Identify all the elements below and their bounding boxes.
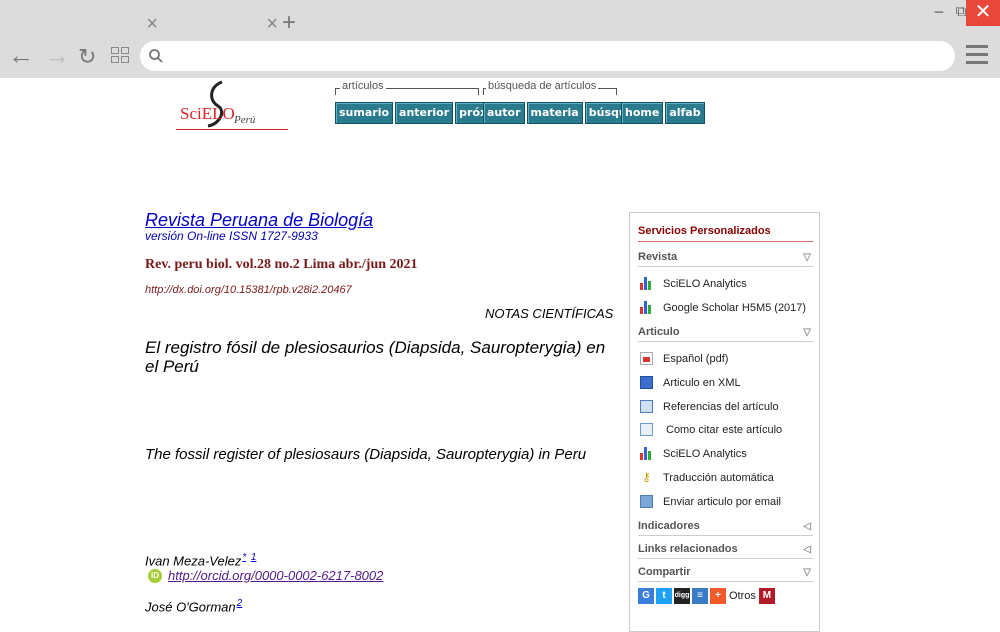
back-button[interactable]: ← <box>8 41 34 69</box>
doi-text: http://dx.doi.org/10.15381/rpb.v28i2.204… <box>145 284 352 296</box>
xml-icon <box>640 376 653 389</box>
key-icon: ⚷ <box>642 470 651 484</box>
section-revista[interactable]: Revista ▽ <box>638 251 813 267</box>
orcid-link-row: iD http://orcid.org/0000-0002-6217-8002 <box>148 568 383 583</box>
sidebar-item-label: Enviar articulo por email <box>663 495 781 508</box>
browser-tab[interactable]: × <box>160 12 280 38</box>
sidebar-item-references[interactable]: Referencias del artículo <box>640 400 779 413</box>
email-icon <box>640 495 653 508</box>
chevron-down-icon: ▽ <box>803 252 811 263</box>
otros-link[interactable]: Otros <box>729 590 756 602</box>
sidebar-item-cite[interactable]: Como citar este artículo <box>640 423 782 436</box>
materia-button[interactable]: materia <box>526 102 583 124</box>
sidebar-title-underline <box>638 241 813 242</box>
busqueda-title: búsqueda de artículos <box>486 80 599 92</box>
sidebar-title: Servicios Personalizados <box>638 225 771 237</box>
issn-text: versión On-line ISSN 1727-9933 <box>145 229 318 243</box>
chevron-left-icon: ◁ <box>803 521 811 532</box>
pdf-icon <box>640 352 653 365</box>
mendeley-icon[interactable]: M <box>758 588 775 604</box>
chevron-down-icon: ▽ <box>803 567 811 578</box>
address-bar[interactable] <box>140 41 955 71</box>
close-window-button[interactable]: ✕ <box>966 0 1000 26</box>
autor-button[interactable]: autor <box>483 102 525 124</box>
author-1-name: Ivan Meza-Velez <box>145 553 242 569</box>
analytics-icon <box>640 301 653 314</box>
digg-icon[interactable]: digg <box>674 588 690 604</box>
sumario-button[interactable]: sumario <box>335 102 394 124</box>
browser-chrome: × × + − ⧉ ✕ ← → ↻ <box>0 0 1000 78</box>
section-links-label: Links relacionados <box>638 543 738 555</box>
citation-text: Rev. peru biol. vol.28 no.2 Lima abr./ju… <box>145 257 418 272</box>
forward-button[interactable]: → <box>44 41 70 69</box>
journal-title-link[interactable]: Revista Peruana de Biología <box>145 210 373 231</box>
author-2-name: José O'Gorman <box>145 599 236 615</box>
sidebar-item-translation[interactable]: ⚷ Traducción automática <box>640 471 774 484</box>
author-1-footnote-1[interactable]: 1 <box>251 552 257 563</box>
section-indicadores-label: Indicadores <box>638 520 700 532</box>
search-icon <box>149 49 163 63</box>
sidebar-item-label: Google Scholar H5M5 (2017) <box>663 301 807 314</box>
sidebar-item-label: SciELO Analytics <box>663 277 747 290</box>
articulos-title: artículos <box>340 80 386 92</box>
section-articulo[interactable]: Articulo ▽ <box>638 326 813 342</box>
orcid-link[interactable]: http://orcid.org/0000-0002-6217-8002 <box>168 568 383 583</box>
section-revista-label: Revista <box>638 251 678 263</box>
sidebar-item-email[interactable]: Enviar articulo por email <box>640 495 781 508</box>
analytics-icon <box>640 277 653 290</box>
close-tab-icon[interactable]: × <box>266 13 278 35</box>
cite-icon <box>640 423 653 436</box>
author-2-footnote[interactable]: 2 <box>237 598 243 609</box>
list-icon[interactable]: ≡ <box>692 588 708 604</box>
reload-button[interactable]: ↻ <box>78 43 96 71</box>
sidebar-item-label: SciELO Analytics <box>663 447 747 460</box>
chevron-left-icon: ◁ <box>803 544 811 555</box>
chevron-down-icon: ▽ <box>803 327 811 338</box>
author-1: Ivan Meza-Velez* 1 <box>145 552 256 568</box>
references-icon <box>640 400 653 413</box>
sidebar-item-article-analytics[interactable]: SciELO Analytics <box>640 447 747 460</box>
sidebar-item-scielo-analytics[interactable]: SciELO Analytics <box>640 277 747 290</box>
section-links-relacionados[interactable]: Links relacionados ◁ <box>638 543 813 559</box>
scielo-logo[interactable]: SciELO Perú <box>176 80 292 132</box>
sidebar-item-xml[interactable]: Articulo en XML <box>640 376 741 389</box>
google-icon[interactable]: G <box>638 588 654 604</box>
close-tab-icon[interactable]: × <box>146 13 158 35</box>
twitter-icon[interactable]: t <box>656 588 672 604</box>
section-compartir[interactable]: Compartir ▽ <box>638 566 813 582</box>
article-title-spanish: El registro fósil de plesiosaurios (Diap… <box>145 338 606 376</box>
author-2: José O'Gorman2 <box>145 598 242 614</box>
sidebar-item-label: Traducción automática <box>663 471 774 484</box>
section-articulo-label: Articulo <box>638 326 680 338</box>
sidebar-item-label: Como citar este artículo <box>666 423 783 436</box>
sidebar-item-label: Español (pdf) <box>663 352 729 365</box>
share-icons: G t digg ≡ + Otros M <box>638 588 775 604</box>
sidebar-item-label: Articulo en XML <box>663 376 741 389</box>
services-sidebar: Servicios Personalizados Revista ▽ SciEL… <box>629 212 820 632</box>
author-1-footnote-star[interactable]: * <box>242 552 246 563</box>
new-tab-button[interactable]: + <box>282 10 296 36</box>
section-indicadores[interactable]: Indicadores ◁ <box>638 520 813 536</box>
sidebar-item-label: Referencias del artículo <box>663 400 779 413</box>
alfab-button[interactable]: alfab <box>665 102 705 124</box>
sidebar-item-google-scholar[interactable]: Google Scholar H5M5 (2017) <box>640 301 806 314</box>
sidebar-item-pdf[interactable]: Español (pdf) <box>640 352 728 365</box>
browser-toolbar: ← → ↻ <box>0 38 1000 74</box>
logo-country: Perú <box>234 114 256 126</box>
section-label: NOTAS CIENTÍFICAS <box>485 306 614 321</box>
logo-underline <box>176 129 288 130</box>
browser-tab[interactable]: × <box>40 12 160 38</box>
analytics-icon <box>640 447 653 460</box>
section-compartir-label: Compartir <box>638 566 691 578</box>
apps-grid-icon[interactable] <box>111 47 131 65</box>
logo-text: SciELO <box>180 104 235 123</box>
anterior-button[interactable]: anterior <box>395 102 454 124</box>
menu-icon[interactable] <box>966 45 988 65</box>
addthis-icon[interactable]: + <box>710 588 726 604</box>
home-button[interactable]: home <box>621 102 664 124</box>
orcid-icon: iD <box>148 568 162 583</box>
article-title-english: The fossil register of plesiosaurs (Diap… <box>145 446 587 463</box>
